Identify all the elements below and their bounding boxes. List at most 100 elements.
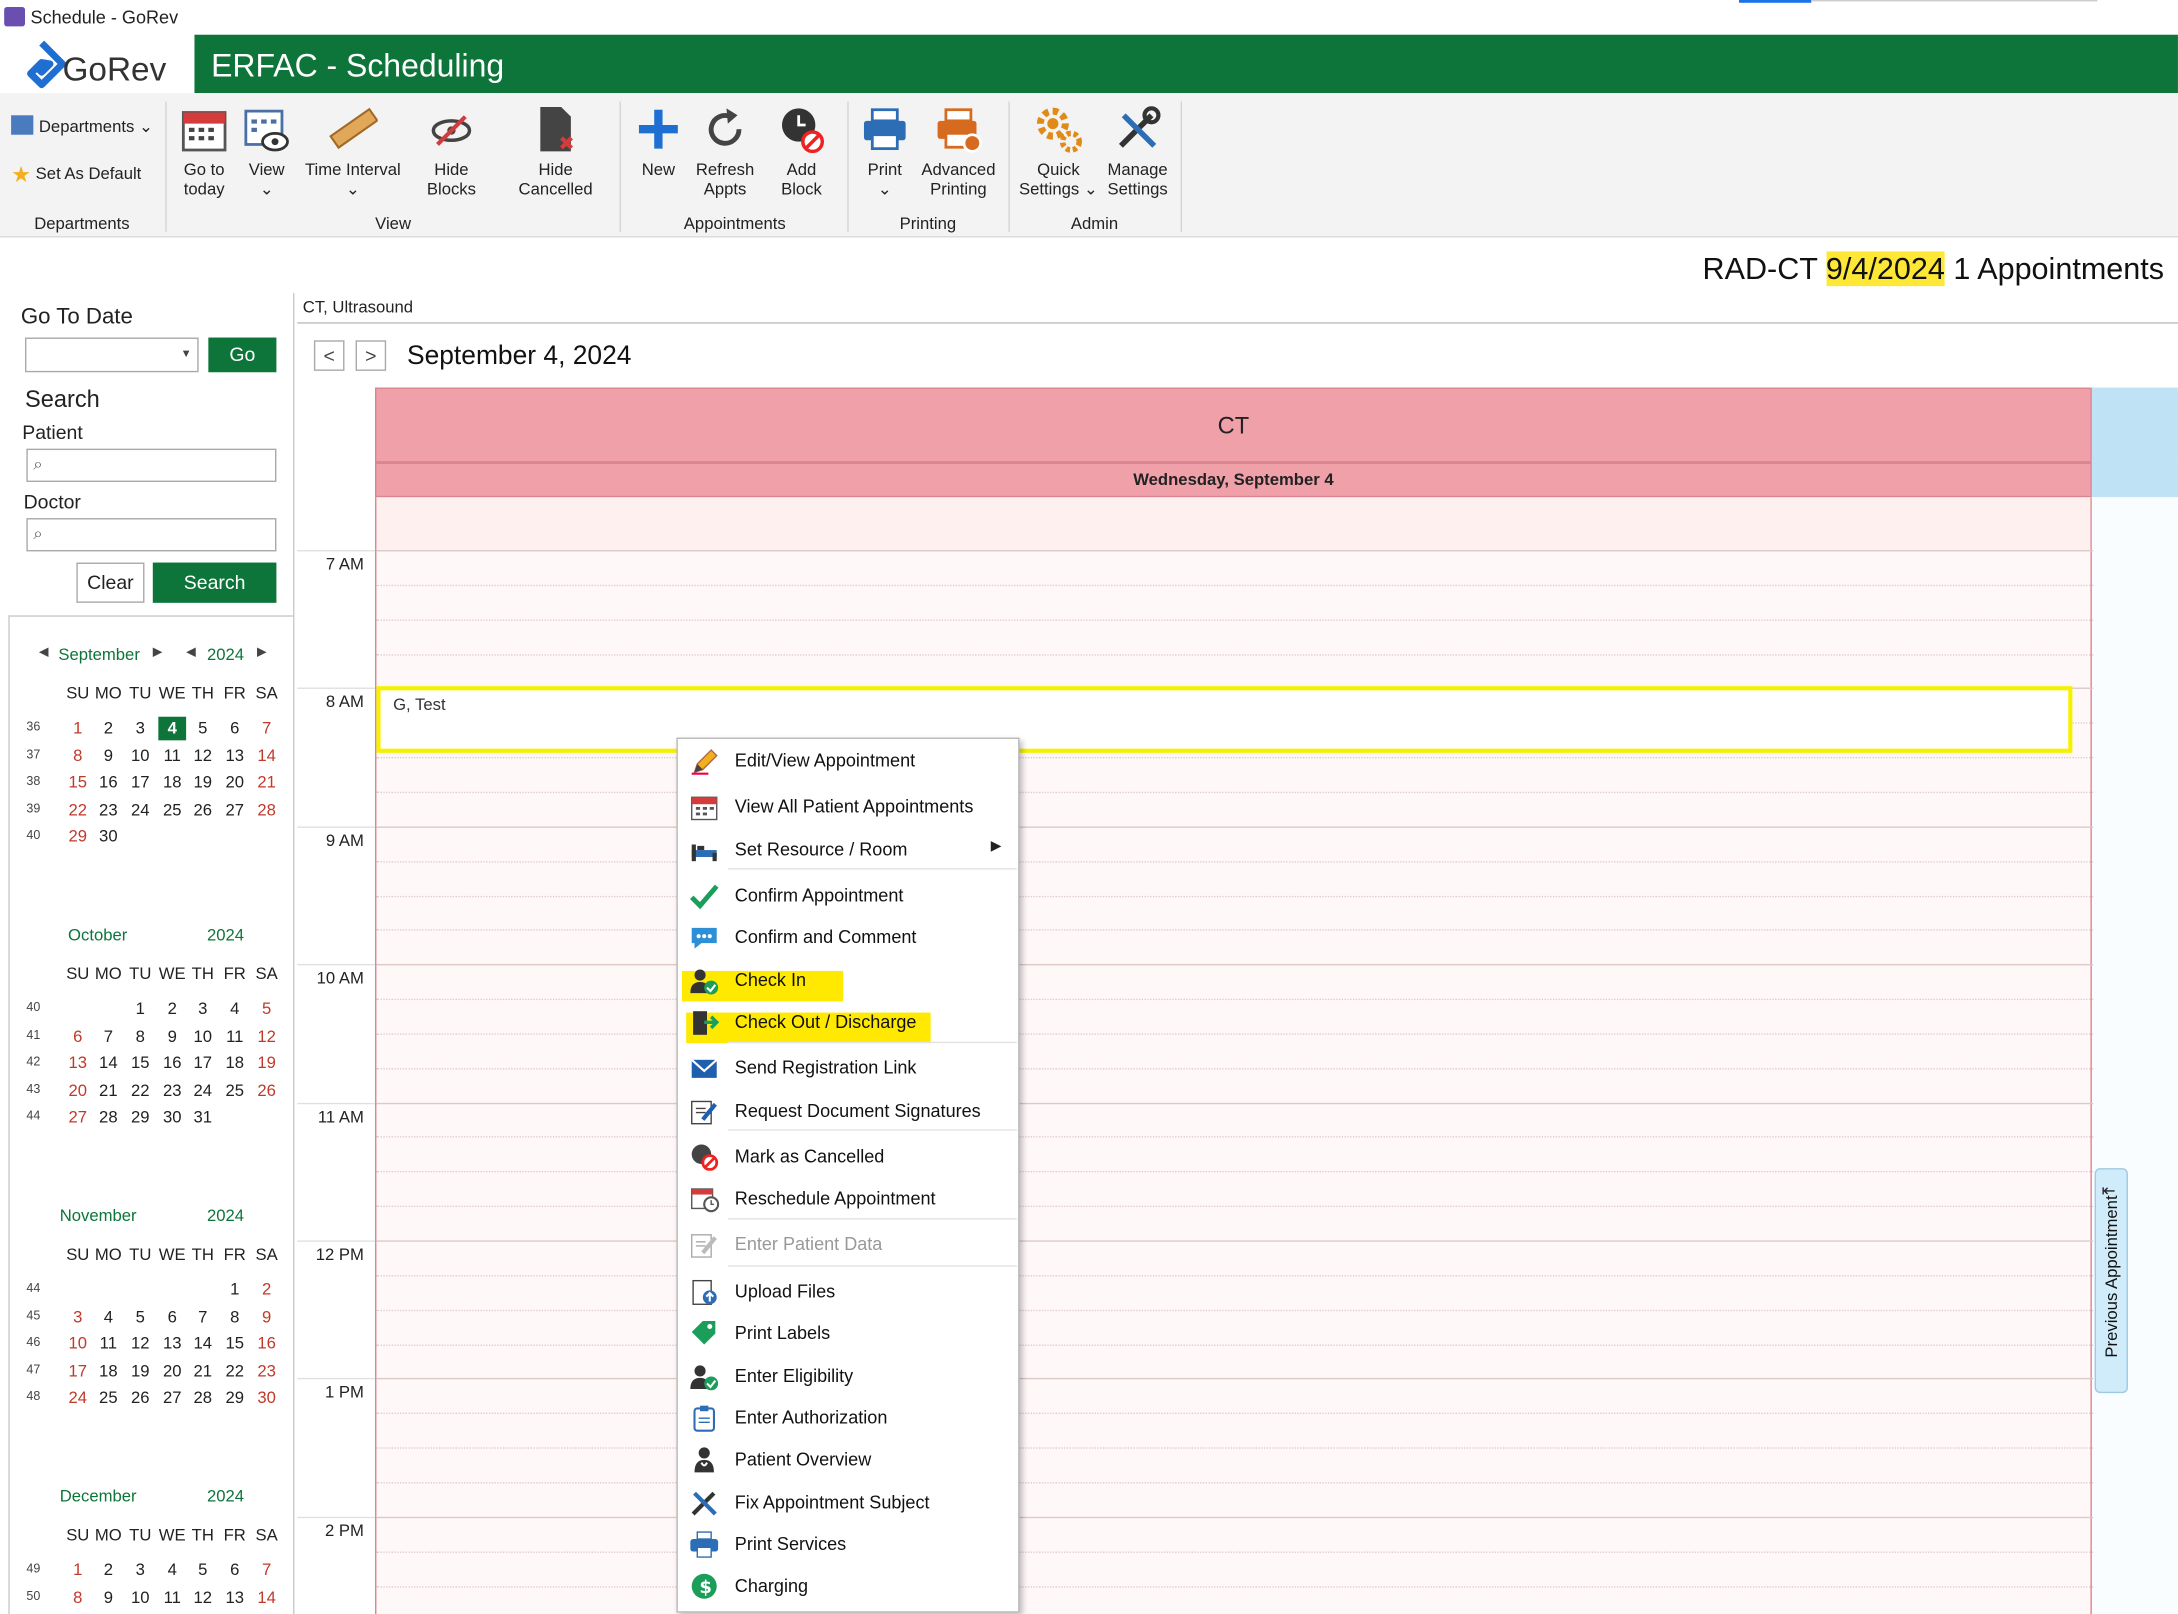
- calendar-day[interactable]: 25: [221, 1079, 249, 1103]
- calendar-day[interactable]: 28: [189, 1386, 217, 1410]
- menu-item-charging[interactable]: $ Charging: [678, 1567, 1018, 1606]
- set-as-default-button[interactable]: ★ Set As Default: [11, 164, 141, 187]
- calendar-day[interactable]: 25: [94, 1386, 122, 1410]
- calendar-day[interactable]: 12: [189, 744, 217, 768]
- calendar-day[interactable]: 8: [64, 1586, 92, 1610]
- calendar-day[interactable]: 4: [94, 1305, 122, 1329]
- calendar-day[interactable]: 3: [189, 997, 217, 1021]
- calendar-day[interactable]: 16: [94, 771, 122, 795]
- clear-button[interactable]: Clear: [76, 562, 145, 603]
- doctor-search-input[interactable]: ⌕: [26, 518, 277, 552]
- calendar-day[interactable]: 14: [94, 1051, 122, 1075]
- menu-item-mark-as-cancelled[interactable]: Mark as Cancelled: [678, 1138, 1018, 1177]
- calendar-day[interactable]: 14: [253, 1586, 281, 1610]
- hide-cancelled-button[interactable]: ✖ Hide Cancelled: [500, 104, 611, 199]
- calendar-day[interactable]: 18: [221, 1051, 249, 1075]
- manage-settings-button[interactable]: Manage Settings: [1103, 104, 1172, 199]
- calendar-day[interactable]: 7: [253, 717, 281, 741]
- calendar-day[interactable]: 9: [94, 1586, 122, 1610]
- calendar-day[interactable]: 3: [126, 1558, 154, 1582]
- calendar-day[interactable]: 22: [221, 1359, 249, 1383]
- calendar-day[interactable]: 10: [126, 744, 154, 768]
- prev-day-button[interactable]: <: [313, 340, 345, 371]
- calendar-day[interactable]: 17: [189, 1051, 217, 1075]
- calendar-day[interactable]: 11: [94, 1332, 122, 1356]
- calendar-day[interactable]: 23: [253, 1359, 281, 1383]
- menu-item-confirm-and-comment[interactable]: Confirm and Comment: [678, 918, 1018, 957]
- calendar-day[interactable]: 31: [189, 1106, 217, 1130]
- menu-item-enter-eligibility[interactable]: Enter Eligibility: [678, 1357, 1018, 1396]
- calendar-day[interactable]: 28: [253, 798, 281, 822]
- calendar-day[interactable]: 9: [158, 1024, 186, 1048]
- calendar-day[interactable]: 11: [158, 1586, 186, 1610]
- calendar-day[interactable]: 29: [64, 825, 92, 849]
- departments-dropdown[interactable]: Departments ⌄: [11, 115, 153, 136]
- calendar-day[interactable]: 15: [64, 771, 92, 795]
- calendar-day[interactable]: 4: [158, 716, 187, 741]
- calendar-day[interactable]: 24: [64, 1386, 92, 1410]
- calendar-day[interactable]: 2: [158, 997, 186, 1021]
- calendar-day[interactable]: 5: [253, 997, 281, 1021]
- go-to-today-button[interactable]: Go to today: [176, 104, 232, 199]
- all-day-area[interactable]: [375, 497, 2092, 551]
- calendar-day[interactable]: 21: [189, 1359, 217, 1383]
- calendar-day[interactable]: 8: [64, 744, 92, 768]
- patient-search-input[interactable]: ⌕: [26, 448, 277, 482]
- calendar-day[interactable]: 21: [94, 1079, 122, 1103]
- menu-item-print-services[interactable]: Print Services: [678, 1525, 1018, 1564]
- calendar-day[interactable]: 4: [221, 997, 249, 1021]
- calendar-day[interactable]: 29: [221, 1386, 249, 1410]
- calendar-day[interactable]: 2: [94, 717, 122, 741]
- go-button[interactable]: Go: [208, 337, 277, 373]
- calendar-day[interactable]: 10: [189, 1024, 217, 1048]
- menu-item-reschedule-appointment[interactable]: Reschedule Appointment: [678, 1179, 1018, 1218]
- next-day-button[interactable]: >: [355, 340, 387, 371]
- menu-item-check-in[interactable]: Check In: [678, 961, 1018, 1000]
- calendar-day[interactable]: 6: [221, 717, 249, 741]
- calendar-day[interactable]: 20: [158, 1359, 186, 1383]
- menu-item-edit-view-appointment[interactable]: Edit/View Appointment: [678, 742, 1018, 781]
- calendar-day[interactable]: 4: [158, 1558, 186, 1582]
- refresh-appts-button[interactable]: Refresh Appts: [692, 104, 759, 199]
- calendar-day[interactable]: 13: [221, 744, 249, 768]
- calendar-day[interactable]: 25: [158, 798, 186, 822]
- calendar-day[interactable]: 23: [158, 1079, 186, 1103]
- calendar-day[interactable]: 16: [158, 1051, 186, 1075]
- calendar-day[interactable]: 30: [94, 825, 122, 849]
- print-button[interactable]: Print ⌄: [857, 104, 913, 199]
- calendar-day[interactable]: 30: [158, 1106, 186, 1130]
- calendar-day[interactable]: 16: [253, 1332, 281, 1356]
- calendar-day[interactable]: 3: [64, 1305, 92, 1329]
- menu-item-check-out-discharge[interactable]: Check Out / Discharge: [678, 1003, 1018, 1042]
- calendar-day[interactable]: 8: [126, 1024, 154, 1048]
- time-interval-button[interactable]: Time Interval ⌄: [303, 104, 403, 199]
- calendar-day[interactable]: 14: [253, 744, 281, 768]
- calendar-day[interactable]: 13: [64, 1051, 92, 1075]
- calendar-day[interactable]: 9: [253, 1305, 281, 1329]
- calendar-day[interactable]: 17: [126, 771, 154, 795]
- calendar-day[interactable]: 19: [189, 771, 217, 795]
- calendar-day[interactable]: 20: [64, 1079, 92, 1103]
- calendar-day[interactable]: 7: [189, 1305, 217, 1329]
- menu-item-confirm-appointment[interactable]: Confirm Appointment: [678, 876, 1018, 915]
- calendar-day[interactable]: 27: [158, 1386, 186, 1410]
- next-year-arrow-icon[interactable]: ▶: [257, 644, 267, 659]
- calendar-day[interactable]: 2: [253, 1278, 281, 1302]
- calendar-day[interactable]: 15: [126, 1051, 154, 1075]
- quick-settings-button[interactable]: Quick Settings ⌄: [1018, 104, 1099, 199]
- calendar-day[interactable]: 18: [94, 1359, 122, 1383]
- menu-item-print-labels[interactable]: Print Labels: [678, 1314, 1018, 1353]
- calendar-day[interactable]: 14: [189, 1332, 217, 1356]
- prev-month-arrow-icon[interactable]: ◀: [39, 644, 49, 659]
- calendar-day[interactable]: 13: [221, 1586, 249, 1610]
- calendar-day[interactable]: 23: [94, 798, 122, 822]
- calendar-day[interactable]: 24: [126, 798, 154, 822]
- menu-item-request-document-signatures[interactable]: Request Document Signatures: [678, 1092, 1018, 1131]
- calendar-day[interactable]: 3: [126, 717, 154, 741]
- calendar-day[interactable]: 1: [64, 717, 92, 741]
- menu-item-enter-authorization[interactable]: Enter Authorization: [678, 1399, 1018, 1438]
- calendar-day[interactable]: 26: [253, 1079, 281, 1103]
- calendar-day[interactable]: 1: [64, 1558, 92, 1582]
- calendar-day[interactable]: 12: [253, 1024, 281, 1048]
- menu-item-upload-files[interactable]: Upload Files: [678, 1272, 1018, 1311]
